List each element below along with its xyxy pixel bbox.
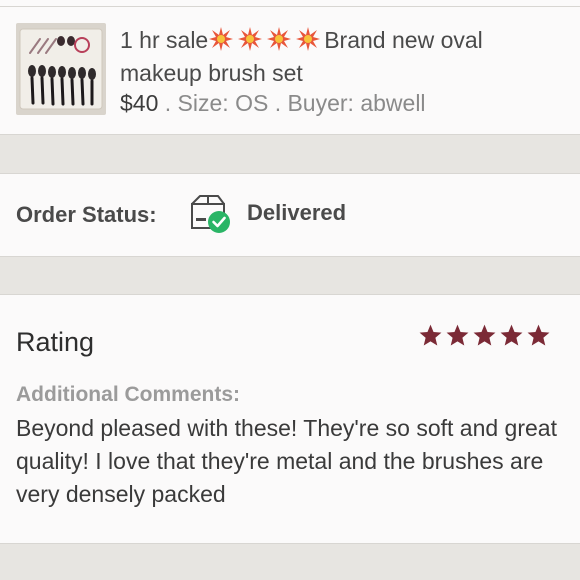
order-status-label: Order Status: bbox=[16, 202, 157, 227]
additional-comments-text: Beyond pleased with these! They're so so… bbox=[16, 415, 557, 507]
star-icon bbox=[527, 324, 550, 346]
listing-meta: $40 . Size: OS . Buyer: abwell bbox=[120, 88, 426, 118]
star-icon bbox=[473, 324, 496, 346]
order-status-card: Order Status: Delivered bbox=[0, 173, 580, 257]
listing-card[interactable]: 1 hr sale Brand new oval makeup brush set… bbox=[0, 0, 580, 135]
star-rating bbox=[418, 323, 551, 349]
listing-price: $40 bbox=[120, 90, 159, 116]
star-icon bbox=[419, 324, 442, 346]
star-icon bbox=[500, 324, 523, 346]
rating-heading: Rating bbox=[16, 327, 95, 357]
listing-title[interactable]: 1 hr sale Brand new oval makeup brush set bbox=[120, 24, 560, 90]
listing-size-buyer: . Size: OS . Buyer: abwell bbox=[158, 90, 426, 116]
listing-title-prefix: 1 hr sale bbox=[120, 27, 209, 53]
listing-thumbnail[interactable] bbox=[16, 23, 106, 115]
order-status-value: Delivered bbox=[247, 200, 347, 225]
burst-icon bbox=[266, 26, 292, 52]
burst-icon bbox=[237, 26, 263, 52]
rating-card: Rating Additional Comments: Beyond pleas… bbox=[0, 294, 580, 544]
star-icon bbox=[446, 324, 469, 346]
package-check-icon bbox=[188, 192, 234, 234]
divider bbox=[0, 6, 580, 7]
burst-icon bbox=[295, 26, 321, 52]
burst-icon bbox=[208, 26, 234, 52]
product-image bbox=[16, 23, 106, 115]
additional-comments-label: Additional Comments: bbox=[16, 383, 240, 406]
